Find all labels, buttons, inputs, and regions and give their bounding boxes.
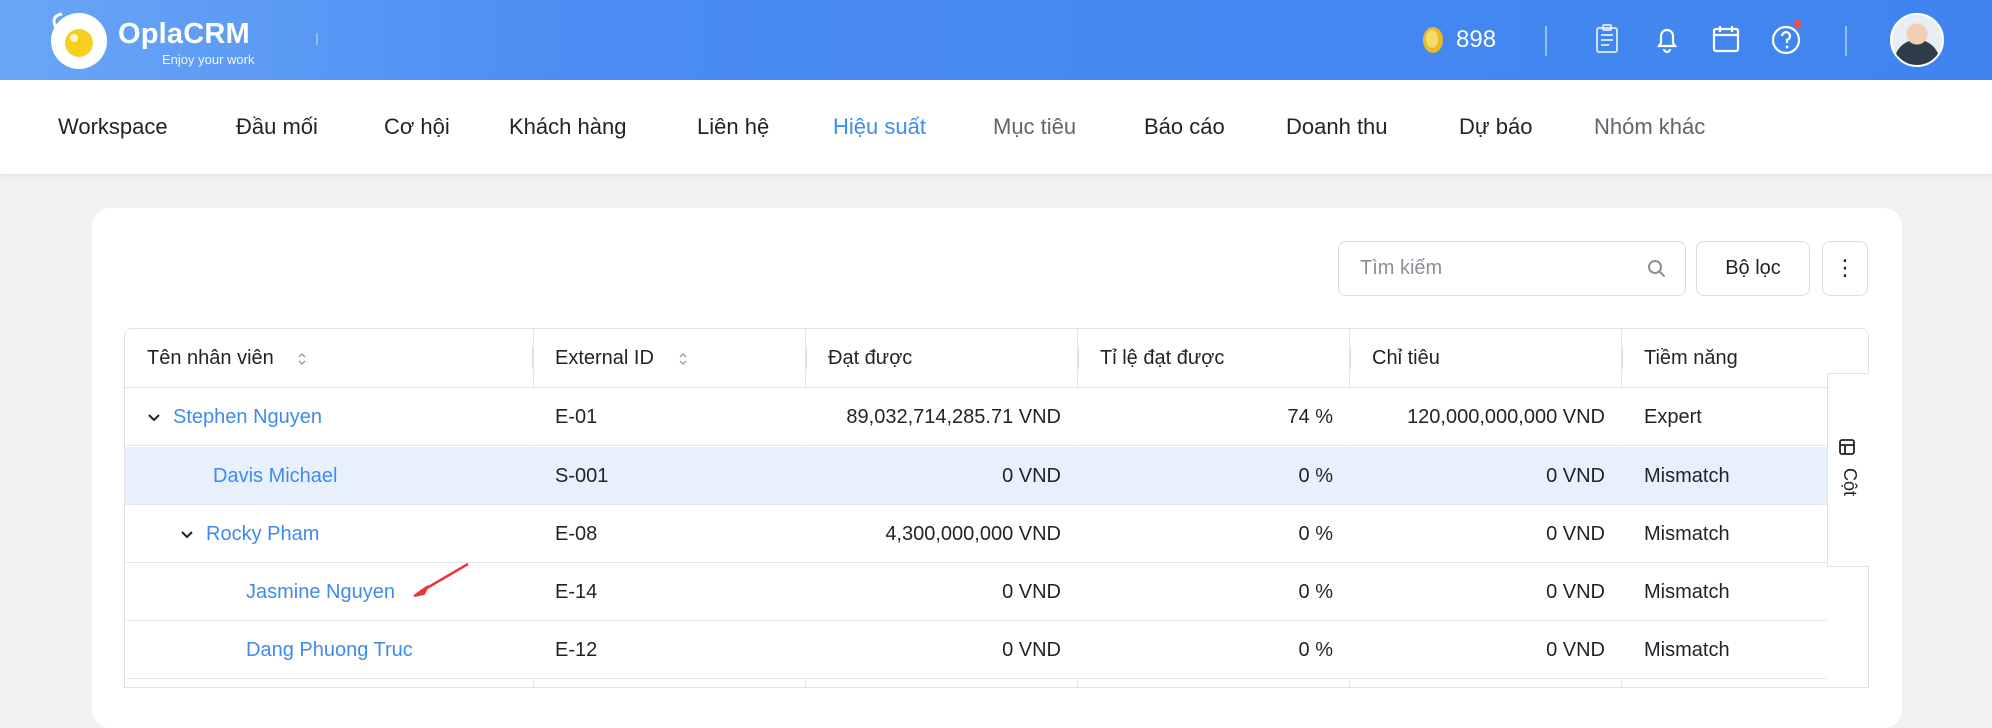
filter-button[interactable]: Bộ lọc xyxy=(1696,241,1810,296)
table-columns-icon xyxy=(1839,439,1855,455)
employee-name-cell: Jasmine Nguyen xyxy=(246,563,395,621)
header-divider xyxy=(1545,26,1547,56)
header-divider xyxy=(316,33,318,45)
nav-item-opportunities[interactable]: Cơ hội xyxy=(384,114,450,140)
column-header-potential[interactable]: Tiềm năng xyxy=(1622,329,1738,388)
external-id-cell: E-12 xyxy=(555,639,598,661)
employee-name-link[interactable]: Dang Phuong Truc xyxy=(246,639,413,661)
bell-icon[interactable] xyxy=(1648,20,1686,58)
nav-item-contacts[interactable]: Liên hệ xyxy=(697,114,769,140)
table-row[interactable]: Davis Michael S-001 0 VND 0 % 0 VND Mism… xyxy=(125,447,1827,505)
help-icon[interactable] xyxy=(1767,20,1805,58)
rate-cell: 74 % xyxy=(1287,406,1333,428)
rate-cell: 0 % xyxy=(1298,465,1333,487)
nav-item-customers[interactable]: Khách hàng xyxy=(509,114,626,140)
nav-item-other-groups[interactable]: Nhóm khác xyxy=(1594,114,1705,140)
table-row[interactable]: Jasmine Nguyen E-14 0 VND 0 % 0 VND Mism… xyxy=(125,563,1827,621)
coin-count: 898 xyxy=(1456,26,1497,53)
employee-name-link[interactable]: Stephen Nguyen xyxy=(173,406,322,428)
employee-name-cell: Davis Michael xyxy=(213,447,337,505)
user-avatar[interactable] xyxy=(1890,13,1944,67)
search-input[interactable]: Tìm kiếm xyxy=(1338,241,1686,296)
target-cell: 0 VND xyxy=(1546,581,1605,603)
top-header: OplaCRM Enjoy your work 898 xyxy=(0,0,1992,80)
potential-cell: Mismatch xyxy=(1644,523,1730,545)
external-id-cell: E-08 xyxy=(555,523,598,545)
nav-item-revenue[interactable]: Doanh thu xyxy=(1286,114,1388,140)
main-nav: Workspace Đầu mối Cơ hội Khách hàng Liên… xyxy=(0,80,1992,174)
performance-table: Tên nhân viên External ID Đạt được Tỉ lệ… xyxy=(124,328,1869,688)
column-header-external-id[interactable]: External ID xyxy=(533,329,688,388)
nav-item-forecast[interactable]: Dự báo xyxy=(1459,114,1532,140)
target-cell: 0 VND xyxy=(1546,639,1605,661)
opla-logo-icon[interactable] xyxy=(44,6,114,74)
achieved-cell: 4,300,000,000 VND xyxy=(885,523,1061,545)
column-header-achievement-rate[interactable]: Tỉ lệ đạt được xyxy=(1078,329,1224,388)
employee-name-link[interactable]: Rocky Pham xyxy=(206,523,319,545)
achieved-cell: 0 VND xyxy=(1002,581,1061,603)
external-id-cell: S-001 xyxy=(555,465,609,487)
nav-item-performance[interactable]: Hiệu suất xyxy=(833,114,926,140)
table-row[interactable]: Stephen Nguyen E-01 89,032,714,285.71 VN… xyxy=(125,388,1827,446)
employee-name-cell: Stephen Nguyen xyxy=(147,388,322,446)
column-label: External ID xyxy=(555,347,654,369)
employee-name-link[interactable]: Jasmine Nguyen xyxy=(246,581,395,603)
potential-cell: Mismatch xyxy=(1644,581,1730,603)
achieved-cell: 0 VND xyxy=(1002,465,1061,487)
sort-icon[interactable] xyxy=(678,351,688,367)
target-cell: 120,000,000,000 VND xyxy=(1407,406,1605,428)
rate-cell: 0 % xyxy=(1298,523,1333,545)
column-header-employee-name[interactable]: Tên nhân viên xyxy=(125,329,307,388)
brand-tagline: Enjoy your work xyxy=(162,52,255,67)
table-row[interactable]: Dang Phuong Truc E-12 0 VND 0 % 0 VND Mi… xyxy=(125,621,1827,679)
potential-cell: Mismatch xyxy=(1644,639,1730,661)
brand-name[interactable]: OplaCRM xyxy=(118,18,250,51)
chevron-down-icon[interactable] xyxy=(147,413,161,423)
sort-icon[interactable] xyxy=(297,351,307,367)
coin-icon xyxy=(1423,27,1443,53)
rate-cell: 0 % xyxy=(1298,639,1333,661)
column-header-target[interactable]: Chỉ tiêu xyxy=(1350,329,1440,388)
external-id-cell: E-14 xyxy=(555,581,598,603)
search-icon xyxy=(1648,260,1666,278)
employee-name-cell: Dang Phuong Truc xyxy=(246,621,413,679)
nav-item-workspace[interactable]: Workspace xyxy=(58,114,168,140)
achieved-cell: 0 VND xyxy=(1002,639,1061,661)
nav-item-leads[interactable]: Đầu mối xyxy=(236,114,318,140)
target-cell: 0 VND xyxy=(1546,523,1605,545)
header-divider xyxy=(1845,26,1847,56)
search-placeholder: Tìm kiếm xyxy=(1360,257,1443,279)
external-id-cell: E-01 xyxy=(555,406,598,428)
clipboard-task-icon[interactable] xyxy=(1588,20,1626,58)
nav-item-goals[interactable]: Mục tiêu xyxy=(993,114,1076,140)
potential-cell: Mismatch xyxy=(1644,465,1730,487)
nav-item-reports[interactable]: Báo cáo xyxy=(1144,114,1225,140)
annotation-arrow-icon xyxy=(413,562,469,597)
calendar-icon[interactable] xyxy=(1707,20,1745,58)
table-header: Tên nhân viên External ID Đạt được Tỉ lệ… xyxy=(125,329,1827,388)
achieved-cell: 89,032,714,285.71 VND xyxy=(846,406,1061,428)
column-header-achieved[interactable]: Đạt được xyxy=(806,329,912,388)
employee-name-link[interactable]: Davis Michael xyxy=(213,465,337,487)
rate-cell: 0 % xyxy=(1298,581,1333,603)
target-cell: 0 VND xyxy=(1546,465,1605,487)
employee-name-cell: Rocky Pham xyxy=(180,505,319,563)
potential-cell: Expert xyxy=(1644,406,1702,428)
chevron-down-icon[interactable] xyxy=(180,530,194,540)
column-label: Tên nhân viên xyxy=(147,347,274,369)
table-row[interactable]: Rocky Pham E-08 4,300,000,000 VND 0 % 0 … xyxy=(125,505,1827,563)
columns-panel-label[interactable]: Cột xyxy=(1839,468,1860,496)
more-options-button[interactable]: ⋮ xyxy=(1822,241,1868,296)
